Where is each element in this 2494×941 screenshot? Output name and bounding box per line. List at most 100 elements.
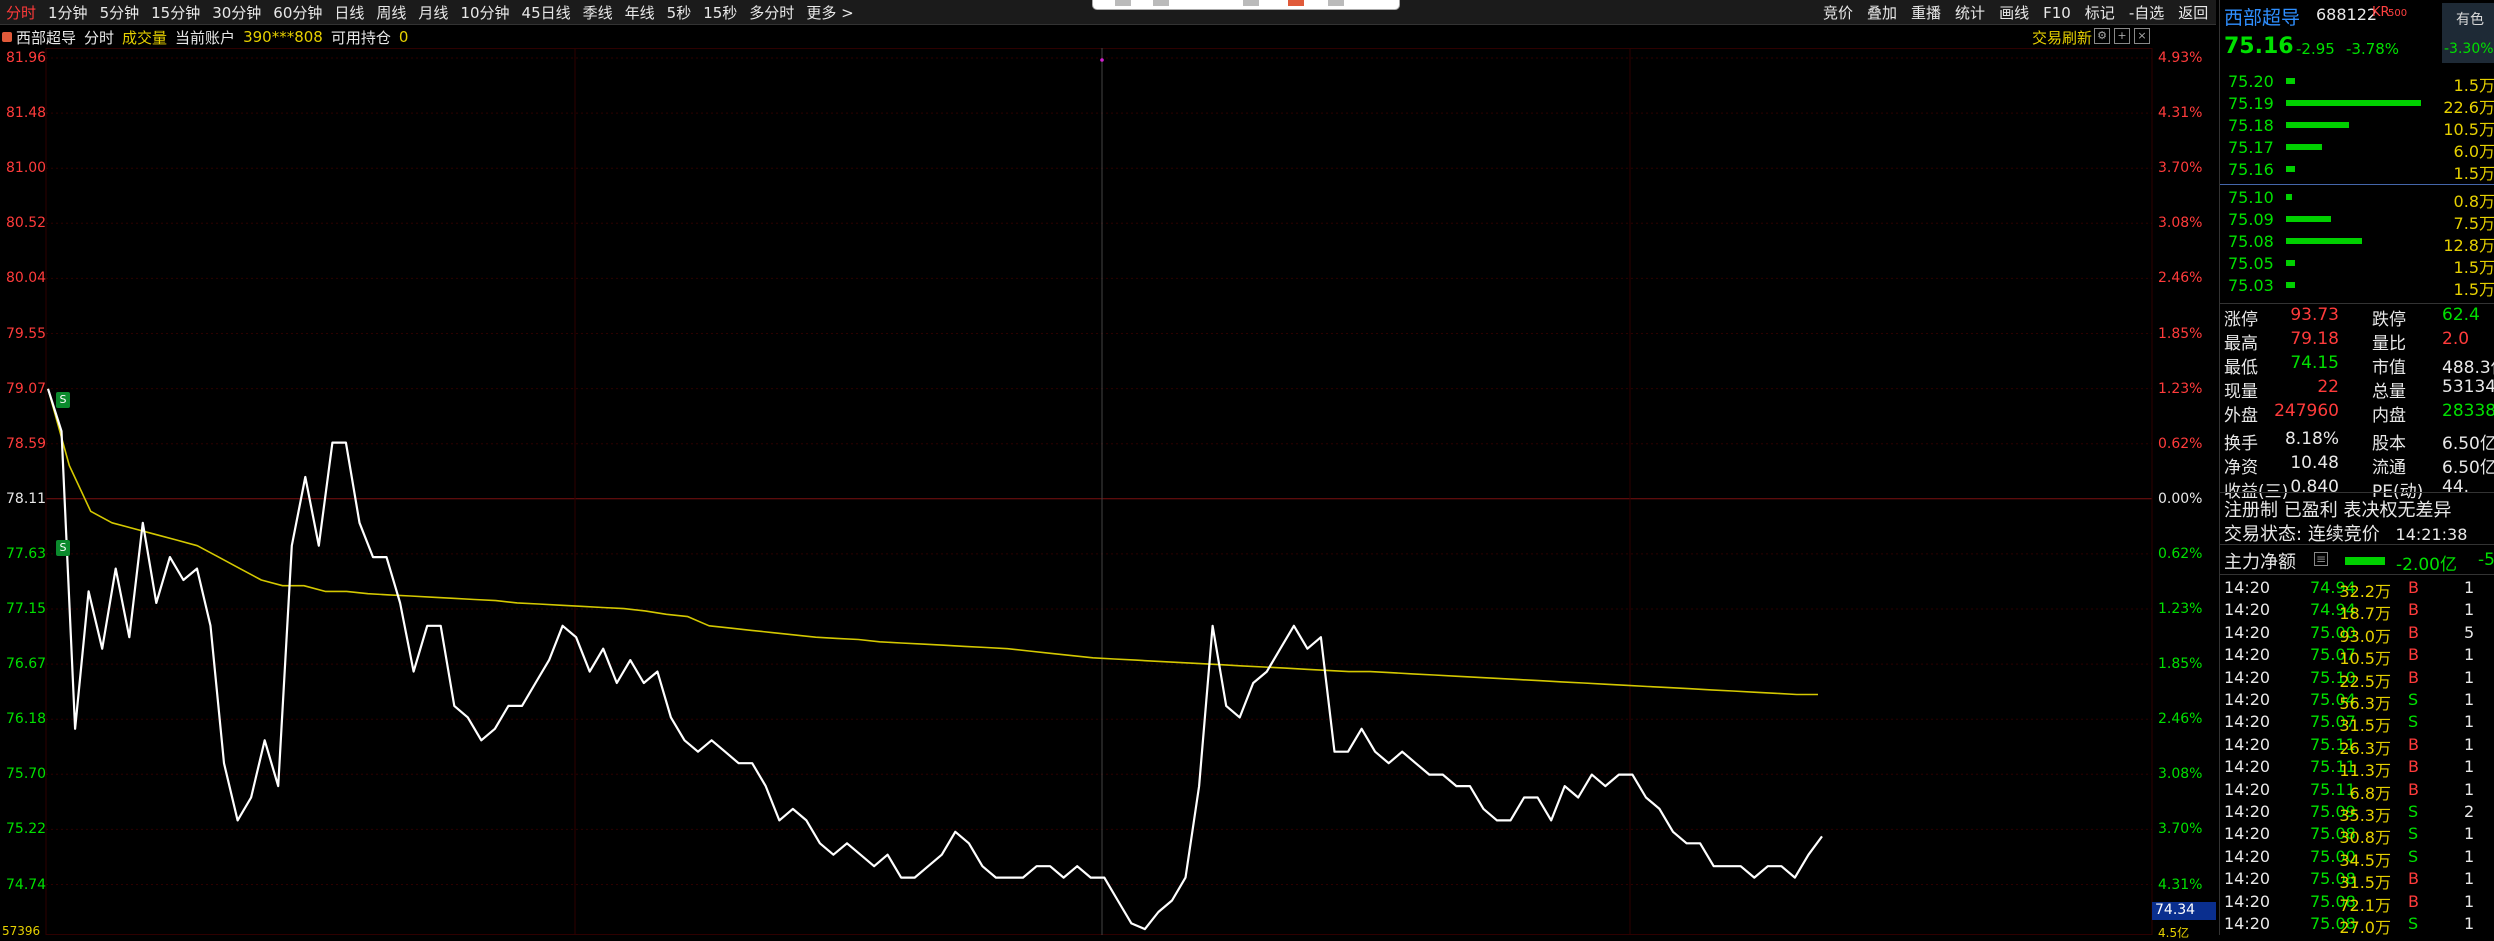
popup-icon[interactable] bbox=[1115, 0, 1131, 6]
ask-volume-bar bbox=[2286, 100, 2421, 106]
stat-row: 涨停 93.73 跌停 62.4 bbox=[2220, 303, 2494, 330]
ask-row[interactable]: 75.19 22.6万 bbox=[2220, 92, 2494, 117]
trade-count: 1 bbox=[2464, 779, 2475, 799]
bid-row[interactable]: 75.09 7.5万 bbox=[2220, 208, 2494, 233]
timeframe-tab[interactable]: 15秒 bbox=[697, 2, 743, 23]
timeframe-tab[interactable]: 多分时 bbox=[743, 2, 800, 23]
ask-row[interactable]: 75.16 1.5万 bbox=[2220, 158, 2494, 183]
amount-axis-partial: 4.5亿 bbox=[2158, 926, 2190, 940]
trade-status: 交易状态: 连续竞价 14:21:38 bbox=[2224, 520, 2467, 546]
sector-change: -3.30% bbox=[2444, 41, 2494, 57]
close-icon[interactable]: × bbox=[2134, 28, 2150, 44]
maximize-icon[interactable]: + bbox=[2114, 28, 2130, 44]
floating-popup[interactable] bbox=[1092, 0, 1400, 10]
stat-value: 531348 bbox=[2442, 377, 2494, 397]
app-mini-icon[interactable] bbox=[2, 32, 12, 42]
list-icon[interactable]: ≡ bbox=[2314, 552, 2328, 566]
tool-button[interactable]: 重播 bbox=[1904, 2, 1948, 23]
trade-time: 14:20 bbox=[2224, 779, 2271, 799]
timeframe-tab[interactable]: 5秒 bbox=[661, 2, 698, 23]
ask-row[interactable]: 75.20 1.5万 bbox=[2220, 70, 2494, 95]
tool-button[interactable]: 叠加 bbox=[1860, 2, 1904, 23]
stock-name[interactable]: 西部超导 bbox=[2224, 3, 2300, 30]
popup-icon[interactable] bbox=[1243, 0, 1259, 6]
timeframe-tab[interactable]: 45日线 bbox=[516, 2, 577, 23]
bid-row[interactable]: 75.08 12.8万 bbox=[2220, 230, 2494, 255]
popup-icon[interactable] bbox=[1288, 0, 1304, 6]
tool-button[interactable]: 画线 bbox=[1992, 2, 2036, 23]
stat-row: 换手 8.18% 股本 6.50亿 bbox=[2220, 427, 2494, 454]
timeframe-tab[interactable]: 1分钟 bbox=[42, 2, 94, 23]
price-change: -2.95 bbox=[2296, 40, 2335, 58]
stat-key: 内盘 bbox=[2372, 406, 2406, 426]
tool-button[interactable]: 标记 bbox=[2078, 2, 2122, 23]
bid-row[interactable]: 75.10 0.8万 bbox=[2220, 186, 2494, 211]
timeframe-tab[interactable]: 更多 > bbox=[800, 2, 859, 23]
timeframe-tab[interactable]: 5分钟 bbox=[94, 2, 146, 23]
trade-refresh-link[interactable]: 交易刷新 bbox=[2032, 27, 2092, 48]
price-tick: 80.52 bbox=[6, 215, 47, 232]
ask-row[interactable]: 75.18 10.5万 bbox=[2220, 114, 2494, 139]
price-tick: 77.15 bbox=[6, 601, 47, 617]
quote-panel: 西部超导 688122 KR 500 有色 -3.30% 75.16 -2.95… bbox=[2219, 0, 2494, 937]
sell-marker[interactable]: S bbox=[56, 392, 70, 408]
tool-button[interactable]: -自选 bbox=[2122, 2, 2171, 23]
tool-button[interactable]: 竞价 bbox=[1816, 2, 1860, 23]
trade-time: 14:20 bbox=[2224, 891, 2271, 911]
percent-tick: 3.08% bbox=[2158, 766, 2203, 783]
popup-icon[interactable] bbox=[1153, 0, 1169, 6]
sector-name: 有色 bbox=[2456, 12, 2484, 28]
intraday-chart[interactable]: 81.96 81.48 81.00 80.52 80.04 79.55 79.07 78.59… bbox=[0, 48, 2216, 940]
timeframe-tab[interactable]: 年线 bbox=[619, 2, 661, 23]
trade-count: 1 bbox=[2464, 757, 2475, 777]
trade-time: 14:20 bbox=[2224, 712, 2271, 732]
timeframe-tab[interactable]: 日线 bbox=[328, 2, 370, 23]
bid-volume-bar bbox=[2286, 216, 2331, 222]
ask-row[interactable]: 75.17 6.0万 bbox=[2220, 136, 2494, 161]
sell-marker[interactable]: S bbox=[56, 540, 70, 556]
timeframe-tab[interactable]: 月线 bbox=[412, 2, 454, 23]
trade-count: 1 bbox=[2464, 891, 2475, 911]
trade-time: 14:20 bbox=[2224, 824, 2271, 844]
popup-icon[interactable] bbox=[1328, 0, 1344, 6]
timeframe-tab[interactable]: 60分钟 bbox=[267, 2, 328, 23]
price-tick: 80.04 bbox=[6, 270, 47, 287]
timeframe-tab[interactable]: 周线 bbox=[370, 2, 412, 23]
tool-button[interactable]: 统计 bbox=[1948, 2, 1992, 23]
info-stock-name: 西部超导 bbox=[16, 28, 77, 47]
info-volume-label[interactable]: 成交量 bbox=[118, 27, 171, 48]
timeframe-tab[interactable]: 季线 bbox=[577, 2, 619, 23]
sector-badge[interactable]: 有色 -3.30% bbox=[2442, 3, 2494, 63]
trade-row: 14:20 75.00 93.0万 B 5 bbox=[2220, 621, 2494, 646]
stat-value: 62.4 bbox=[2442, 305, 2480, 325]
trade-time: 14:20 bbox=[2224, 757, 2271, 777]
timeframe-tab[interactable]: 分时 bbox=[0, 2, 42, 23]
info-position-label: 可用持仓 bbox=[330, 28, 391, 47]
info-account-no: 390***808 bbox=[243, 28, 323, 46]
timeframe-tab[interactable]: 30分钟 bbox=[206, 2, 267, 23]
info-account-label: 当前账户 bbox=[175, 28, 236, 47]
ask-volume-bar bbox=[2286, 166, 2295, 172]
bid-row[interactable]: 75.05 1.5万 bbox=[2220, 252, 2494, 277]
timeframe-tab[interactable]: 10分钟 bbox=[454, 2, 515, 23]
stat-row: 现量22总量531348 bbox=[2220, 375, 2494, 402]
average-price-line bbox=[47, 388, 1818, 696]
trade-side: B bbox=[2408, 891, 2419, 911]
trade-side: S bbox=[2408, 846, 2419, 866]
trade-count: 1 bbox=[2464, 846, 2475, 866]
percent-tick: 1.85% bbox=[2158, 656, 2203, 673]
timeframe-tab[interactable]: 15分钟 bbox=[145, 2, 206, 23]
bid-row[interactable]: 75.03 1.5万 bbox=[2220, 274, 2494, 299]
bid-price: 75.08 bbox=[2228, 232, 2274, 251]
trade-time: 14:20 bbox=[2224, 600, 2271, 620]
settings-icon[interactable]: ⚙ bbox=[2094, 28, 2110, 44]
tool-button[interactable]: F10 bbox=[2036, 4, 2078, 22]
stat-value: 22 bbox=[2317, 377, 2339, 397]
stat-key: 外盘 bbox=[2224, 406, 2258, 426]
tool-button[interactable]: 返回 bbox=[2171, 2, 2215, 23]
trade-side: B bbox=[2408, 757, 2419, 777]
last-price: 75.16 bbox=[2224, 34, 2294, 59]
price-change-pct: -3.78% bbox=[2346, 40, 2400, 58]
trade-side: S bbox=[2408, 802, 2419, 821]
trade-row: 14:20 75.08 30.8万 S 1 bbox=[2220, 822, 2494, 847]
